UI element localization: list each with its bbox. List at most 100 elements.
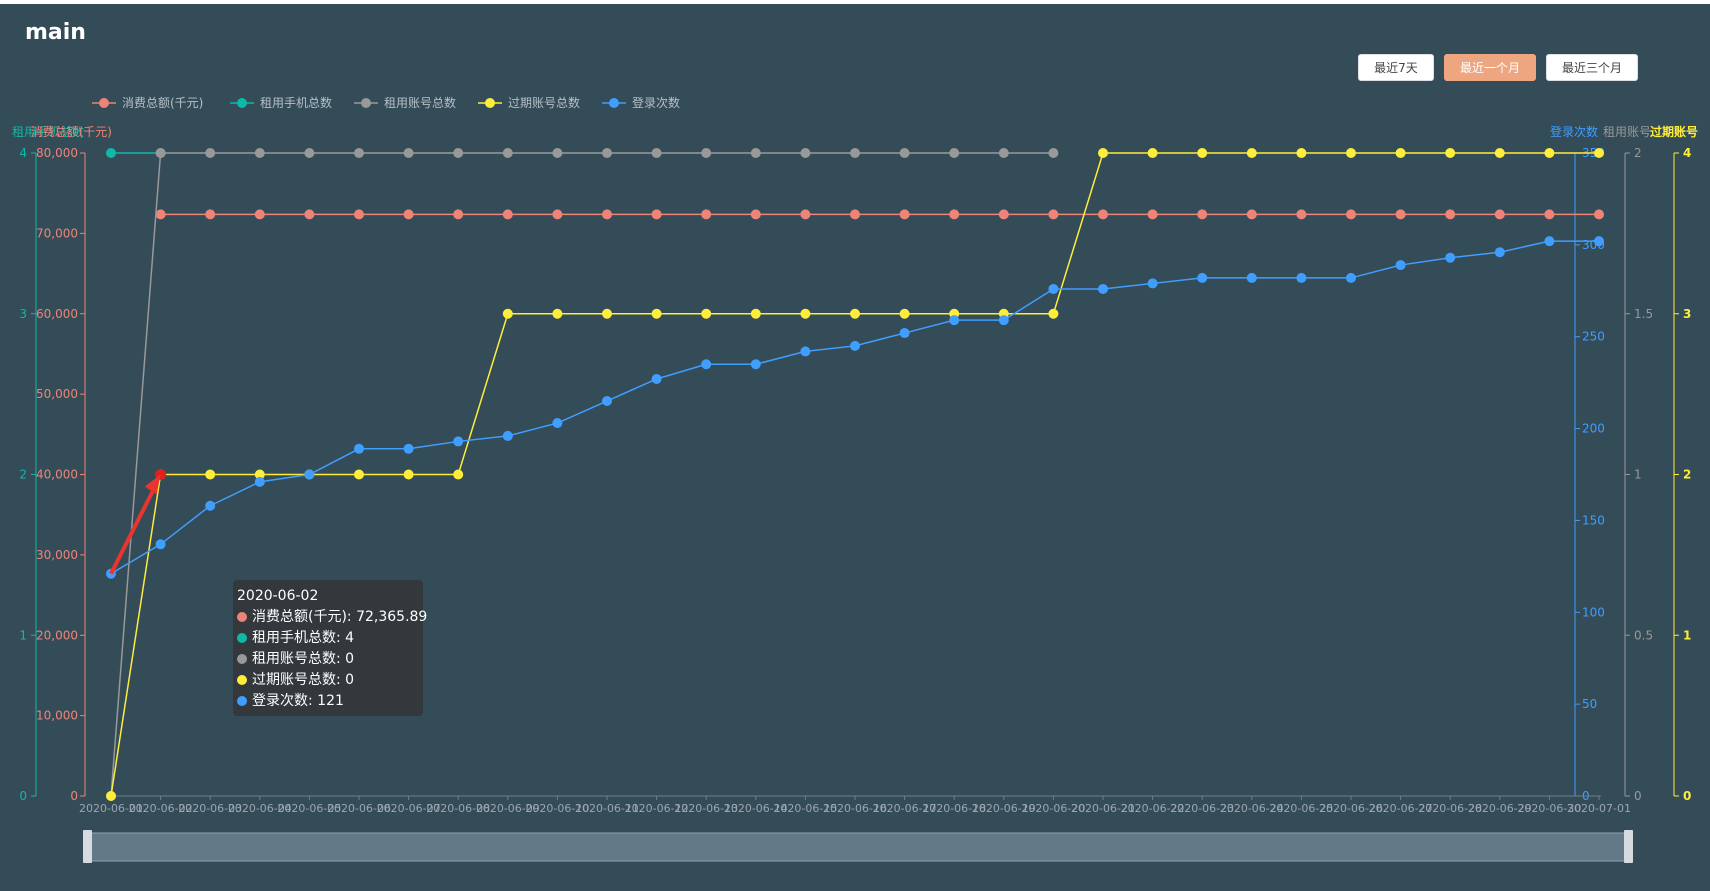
zoom-track[interactable] [86, 832, 1632, 862]
data-point-2 [998, 148, 1009, 158]
y-axis-name-accounts: 租用账号 [1603, 125, 1651, 139]
y-tick-label-logins: 100 [1582, 605, 1605, 619]
data-point-3 [1594, 148, 1604, 158]
data-point-3 [1246, 148, 1257, 158]
y-axis-name-expired: 过期账号 [1650, 124, 1698, 139]
data-point-0 [701, 209, 712, 220]
y-axis-name-spend: 消费总额(千元) [31, 125, 112, 139]
y-axis-name-logins: 登录次数 [1550, 124, 1598, 139]
data-point-0 [899, 209, 910, 220]
data-point-4 [1346, 272, 1356, 283]
data-point-3 [800, 308, 811, 319]
data-point-2 [403, 148, 414, 158]
data-point-4 [998, 315, 1009, 326]
data-point-2 [899, 148, 910, 158]
data-point-0 [998, 209, 1009, 220]
legend-item-2: 租用账号总数 [384, 95, 456, 110]
data-zoom-slider[interactable] [83, 830, 1633, 863]
data-point-3 [750, 308, 761, 319]
data-point-3 [1296, 148, 1307, 158]
data-point-3 [453, 469, 464, 480]
y-tick-label-expired: 1 [1683, 628, 1691, 642]
tooltip-row: 登录次数: 121 [237, 691, 419, 712]
data-point-0 [155, 209, 166, 220]
data-point-2 [850, 148, 860, 158]
data-point-2 [502, 148, 513, 158]
y-tick-label-spend: 30,000 [36, 548, 78, 562]
data-point-0 [750, 209, 761, 220]
data-point-0 [850, 209, 860, 220]
data-point-0 [1048, 209, 1059, 220]
legend-item-4: 登录次数 [632, 95, 680, 110]
y-tick-label-phones: 1 [19, 628, 27, 642]
data-point-4 [800, 346, 811, 357]
data-point-0 [1395, 209, 1406, 220]
y-tick-label-spend: 10,000 [36, 709, 78, 723]
y-tick-label-spend: 50,000 [36, 387, 78, 401]
data-point-2 [354, 148, 364, 158]
y-tick-label-logins: 200 [1582, 422, 1605, 436]
x-tick-label: 2020-07-01 [1567, 802, 1631, 815]
data-point-2 [254, 148, 265, 158]
data-point-4 [1494, 247, 1505, 258]
y-tick-label-logins: 150 [1582, 513, 1605, 527]
data-point-0 [1197, 209, 1208, 220]
zoom-handle-left[interactable] [83, 830, 92, 863]
data-point-3 [502, 308, 513, 319]
data-point-4 [1445, 252, 1456, 263]
data-point-4 [651, 373, 662, 384]
data-point-4 [701, 359, 712, 370]
data-point-0 [1346, 209, 1356, 220]
data-point-3 [1494, 148, 1505, 158]
tooltip-row: 租用账号总数: 0 [237, 649, 419, 670]
data-point-0 [304, 209, 315, 220]
data-point-4 [949, 315, 960, 326]
zoom-handle-right[interactable] [1624, 830, 1633, 863]
data-point-3 [1197, 148, 1208, 158]
data-point-3 [354, 469, 364, 480]
legend-item-3: 过期账号总数 [508, 95, 580, 110]
data-point-2 [155, 148, 166, 158]
legend-marker-1 [237, 98, 247, 108]
data-point-3 [1346, 148, 1356, 158]
data-point-0 [354, 209, 364, 220]
line-chart: 0 1 2 3 4 0 10,000 20,000 30,000 40,000 50,000 60,0… [12, 95, 1698, 863]
y-tick-label-spend: 20,000 [36, 628, 78, 642]
data-point-3 [899, 308, 910, 319]
y-tick-label-spend: 70,000 [36, 226, 78, 240]
tooltip-row: 租用手机总数: 4 [237, 628, 419, 649]
data-point-0 [1246, 209, 1257, 220]
legend-marker-2 [361, 98, 371, 108]
tooltip-row: 消费总额(千元): 72,365.89 [237, 607, 427, 628]
data-point-3 [701, 308, 712, 319]
data-point-4 [1246, 272, 1257, 283]
data-point-4 [1147, 278, 1158, 289]
data-point-0 [1445, 209, 1456, 220]
data-point-1 [106, 148, 116, 158]
data-point-0 [254, 209, 265, 220]
data-point-3 [205, 469, 216, 480]
tooltip-dot-icon [237, 633, 247, 643]
data-point-3 [1048, 308, 1059, 319]
data-point-2 [552, 148, 563, 158]
legend-marker-3 [485, 98, 495, 108]
y-tick-label-spend: 80,000 [36, 146, 78, 160]
data-point-0 [651, 209, 662, 220]
data-point-4 [1197, 272, 1208, 283]
data-point-0 [502, 209, 513, 220]
data-point-4 [1098, 283, 1108, 294]
legend-item-0: 消费总额(千元) [122, 96, 203, 110]
data-point-0 [602, 209, 612, 220]
y-tick-label-accounts: 2 [1634, 146, 1642, 160]
data-point-2 [800, 148, 811, 158]
series-line-4 [110, 240, 1599, 575]
data-point-0 [453, 209, 464, 220]
data-point-0 [1098, 209, 1108, 220]
y-tick-label-logins: 50 [1582, 697, 1597, 711]
data-point-3 [1147, 148, 1158, 158]
data-point-0 [949, 209, 960, 220]
tooltip-row: 过期账号总数: 0 [237, 670, 419, 691]
data-point-4 [354, 443, 364, 454]
data-point-4 [552, 418, 563, 429]
data-point-3 [651, 308, 662, 319]
